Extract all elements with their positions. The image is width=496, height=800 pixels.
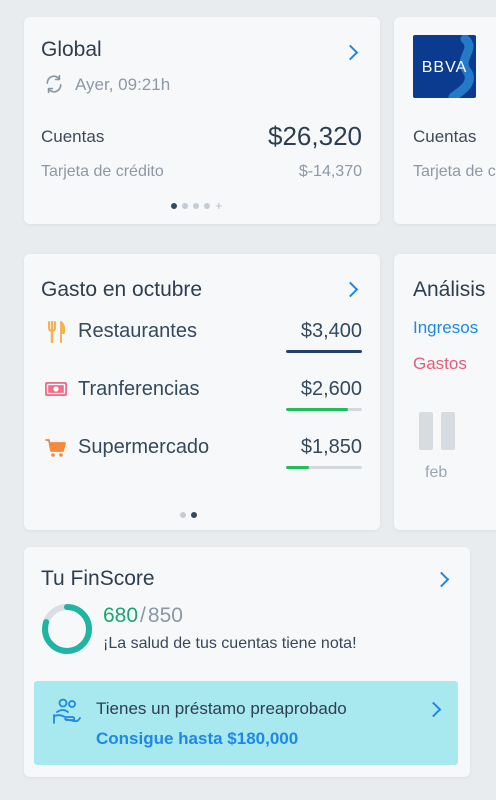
chart-bar bbox=[441, 412, 455, 450]
bank-credit-label: Tarjeta de crédito bbox=[413, 163, 496, 180]
global-card[interactable]: Global Ayer, 09:21h Cuentas $26,320 Tarj… bbox=[24, 17, 380, 224]
bank-logo: BBVA bbox=[413, 35, 476, 98]
add-account-icon[interactable]: + bbox=[215, 199, 223, 212]
cart-icon bbox=[45, 439, 66, 457]
chevron-right-icon[interactable] bbox=[425, 701, 442, 718]
category-label: Restaurantes bbox=[78, 320, 197, 342]
spending-title: Gasto en octubre bbox=[41, 278, 203, 301]
loan-cta[interactable]: Consigue hasta $180,000 bbox=[96, 729, 298, 749]
category-progress bbox=[286, 350, 362, 353]
score-separator: / bbox=[140, 604, 146, 627]
category-progress bbox=[286, 408, 362, 411]
loan-text: Tienes un préstamo preaprobado bbox=[96, 699, 347, 718]
loan-banner[interactable]: Tienes un préstamo preaprobado Consigue … bbox=[34, 681, 458, 765]
accounts-label: Cuentas bbox=[41, 127, 105, 146]
category-amount: $3,400 bbox=[300, 320, 362, 342]
carousel-dot[interactable] bbox=[191, 512, 197, 518]
hand-people-icon bbox=[53, 698, 81, 724]
category-label: Supermercado bbox=[78, 436, 210, 458]
bank-card[interactable]: BBVA Cuentas Tarjeta de crédito bbox=[394, 17, 496, 224]
category-progress bbox=[286, 466, 362, 469]
score-ring bbox=[42, 604, 92, 654]
credit-card-value: $-14,370 bbox=[298, 163, 362, 180]
bank-accounts-label: Cuentas bbox=[413, 127, 477, 146]
category-progress-fill bbox=[286, 466, 309, 469]
finscore-card[interactable]: Tu FinScore 680/850 ¡La salud de tus cue… bbox=[24, 547, 470, 777]
month-label: feb bbox=[425, 464, 448, 481]
spending-card[interactable]: Gasto en octubre Restaurantes $3,400 Tra… bbox=[24, 254, 380, 530]
carousel-dot[interactable] bbox=[182, 203, 188, 209]
category-label: Tranferencias bbox=[78, 378, 200, 400]
analysis-title: Análisis bbox=[413, 278, 486, 301]
fork-knife-icon bbox=[48, 321, 66, 343]
global-title: Global bbox=[41, 38, 102, 61]
analysis-card[interactable]: Análisis Ingresos Gastos feb bbox=[394, 254, 496, 530]
category-amount: $1,850 bbox=[300, 436, 362, 458]
expenses-label[interactable]: Gastos bbox=[413, 354, 467, 374]
carousel-indicator: + bbox=[171, 199, 223, 212]
score-max: 850 bbox=[147, 604, 183, 627]
carousel-dot[interactable] bbox=[193, 203, 199, 209]
carousel-dot[interactable] bbox=[180, 512, 186, 518]
chevron-right-icon[interactable] bbox=[433, 571, 450, 588]
category-progress-fill bbox=[286, 408, 349, 411]
refresh-icon[interactable] bbox=[44, 74, 64, 94]
score-value: 680 bbox=[103, 604, 139, 627]
carousel-dot[interactable] bbox=[171, 203, 177, 209]
category-amount: $2,600 bbox=[300, 378, 362, 400]
chevron-right-icon[interactable] bbox=[342, 44, 359, 61]
score-line: 680/850 bbox=[103, 604, 183, 628]
chart-bar bbox=[419, 412, 433, 450]
credit-card-label: Tarjeta de crédito bbox=[41, 163, 164, 180]
score-message: ¡La salud de tus cuentas tiene nota! bbox=[103, 635, 357, 652]
sync-timestamp: Ayer, 09:21h bbox=[75, 75, 171, 94]
accounts-total: $26,320 bbox=[268, 121, 362, 151]
carousel-indicator bbox=[180, 512, 197, 518]
category-progress-fill bbox=[286, 350, 362, 353]
carousel-dot[interactable] bbox=[204, 203, 210, 209]
income-label[interactable]: Ingresos bbox=[413, 318, 478, 338]
finscore-title: Tu FinScore bbox=[41, 567, 155, 590]
bank-logo-text: BBVA bbox=[421, 59, 468, 76]
chevron-right-icon[interactable] bbox=[342, 281, 359, 298]
money-icon bbox=[45, 382, 67, 396]
